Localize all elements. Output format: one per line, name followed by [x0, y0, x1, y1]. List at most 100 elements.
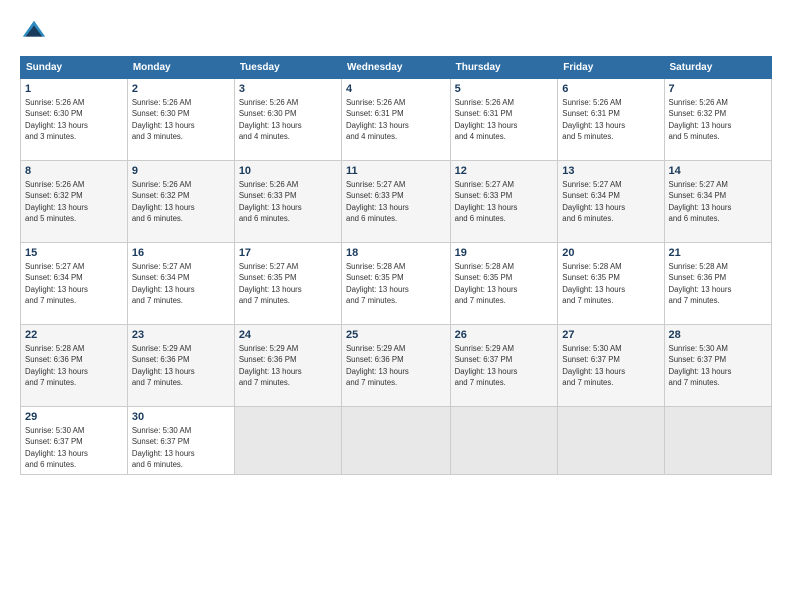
- calendar-week-row: 22 Sunrise: 5:28 AMSunset: 6:36 PMDaylig…: [21, 325, 772, 407]
- day-info: Sunrise: 5:26 AMSunset: 6:32 PMDaylight:…: [132, 179, 230, 224]
- day-number: 19: [455, 247, 554, 259]
- calendar-day-cell: 4 Sunrise: 5:26 AMSunset: 6:31 PMDayligh…: [341, 79, 450, 161]
- day-info: Sunrise: 5:30 AMSunset: 6:37 PMDaylight:…: [25, 425, 123, 470]
- calendar-day-cell: [341, 407, 450, 475]
- calendar-day-cell: 17 Sunrise: 5:27 AMSunset: 6:35 PMDaylig…: [234, 243, 341, 325]
- calendar-day-cell: 18 Sunrise: 5:28 AMSunset: 6:35 PMDaylig…: [341, 243, 450, 325]
- calendar-day-cell: 8 Sunrise: 5:26 AMSunset: 6:32 PMDayligh…: [21, 161, 128, 243]
- day-number: 9: [132, 165, 230, 177]
- day-info: Sunrise: 5:29 AMSunset: 6:36 PMDaylight:…: [132, 343, 230, 388]
- day-number: 4: [346, 83, 446, 95]
- day-number: 13: [562, 165, 659, 177]
- day-info: Sunrise: 5:27 AMSunset: 6:34 PMDaylight:…: [132, 261, 230, 306]
- calendar-header-row: SundayMondayTuesdayWednesdayThursdayFrid…: [21, 57, 772, 79]
- day-number: 1: [25, 83, 123, 95]
- day-number: 26: [455, 329, 554, 341]
- day-number: 14: [669, 165, 767, 177]
- day-number: 22: [25, 329, 123, 341]
- calendar-day-cell: 27 Sunrise: 5:30 AMSunset: 6:37 PMDaylig…: [558, 325, 664, 407]
- weekday-header: Wednesday: [341, 57, 450, 79]
- day-number: 20: [562, 247, 659, 259]
- day-info: Sunrise: 5:29 AMSunset: 6:37 PMDaylight:…: [455, 343, 554, 388]
- day-info: Sunrise: 5:26 AMSunset: 6:32 PMDaylight:…: [25, 179, 123, 224]
- calendar-week-row: 1 Sunrise: 5:26 AMSunset: 6:30 PMDayligh…: [21, 79, 772, 161]
- calendar-day-cell: 7 Sunrise: 5:26 AMSunset: 6:32 PMDayligh…: [664, 79, 771, 161]
- day-number: 30: [132, 411, 230, 423]
- calendar-day-cell: 11 Sunrise: 5:27 AMSunset: 6:33 PMDaylig…: [341, 161, 450, 243]
- weekday-header: Sunday: [21, 57, 128, 79]
- calendar-week-row: 29 Sunrise: 5:30 AMSunset: 6:37 PMDaylig…: [21, 407, 772, 475]
- calendar-day-cell: 22 Sunrise: 5:28 AMSunset: 6:36 PMDaylig…: [21, 325, 128, 407]
- header: [20, 18, 772, 46]
- day-number: 29: [25, 411, 123, 423]
- day-number: 3: [239, 83, 337, 95]
- calendar-week-row: 15 Sunrise: 5:27 AMSunset: 6:34 PMDaylig…: [21, 243, 772, 325]
- calendar-day-cell: 9 Sunrise: 5:26 AMSunset: 6:32 PMDayligh…: [127, 161, 234, 243]
- logo: [20, 18, 52, 46]
- day-info: Sunrise: 5:26 AMSunset: 6:33 PMDaylight:…: [239, 179, 337, 224]
- calendar-day-cell: 30 Sunrise: 5:30 AMSunset: 6:37 PMDaylig…: [127, 407, 234, 475]
- day-info: Sunrise: 5:27 AMSunset: 6:33 PMDaylight:…: [455, 179, 554, 224]
- day-number: 10: [239, 165, 337, 177]
- calendar-day-cell: 14 Sunrise: 5:27 AMSunset: 6:34 PMDaylig…: [664, 161, 771, 243]
- day-info: Sunrise: 5:26 AMSunset: 6:31 PMDaylight:…: [346, 97, 446, 142]
- day-info: Sunrise: 5:28 AMSunset: 6:35 PMDaylight:…: [562, 261, 659, 306]
- calendar-day-cell: 24 Sunrise: 5:29 AMSunset: 6:36 PMDaylig…: [234, 325, 341, 407]
- calendar-day-cell: 29 Sunrise: 5:30 AMSunset: 6:37 PMDaylig…: [21, 407, 128, 475]
- day-info: Sunrise: 5:26 AMSunset: 6:31 PMDaylight:…: [455, 97, 554, 142]
- calendar-day-cell: [234, 407, 341, 475]
- calendar-day-cell: 19 Sunrise: 5:28 AMSunset: 6:35 PMDaylig…: [450, 243, 558, 325]
- calendar-day-cell: 10 Sunrise: 5:26 AMSunset: 6:33 PMDaylig…: [234, 161, 341, 243]
- calendar-week-row: 8 Sunrise: 5:26 AMSunset: 6:32 PMDayligh…: [21, 161, 772, 243]
- calendar-day-cell: 12 Sunrise: 5:27 AMSunset: 6:33 PMDaylig…: [450, 161, 558, 243]
- day-info: Sunrise: 5:26 AMSunset: 6:31 PMDaylight:…: [562, 97, 659, 142]
- day-info: Sunrise: 5:29 AMSunset: 6:36 PMDaylight:…: [239, 343, 337, 388]
- calendar-day-cell: 13 Sunrise: 5:27 AMSunset: 6:34 PMDaylig…: [558, 161, 664, 243]
- day-info: Sunrise: 5:29 AMSunset: 6:36 PMDaylight:…: [346, 343, 446, 388]
- weekday-header: Tuesday: [234, 57, 341, 79]
- calendar: SundayMondayTuesdayWednesdayThursdayFrid…: [20, 56, 772, 475]
- calendar-day-cell: [664, 407, 771, 475]
- calendar-day-cell: 2 Sunrise: 5:26 AMSunset: 6:30 PMDayligh…: [127, 79, 234, 161]
- day-number: 12: [455, 165, 554, 177]
- day-info: Sunrise: 5:27 AMSunset: 6:35 PMDaylight:…: [239, 261, 337, 306]
- day-number: 24: [239, 329, 337, 341]
- calendar-day-cell: 26 Sunrise: 5:29 AMSunset: 6:37 PMDaylig…: [450, 325, 558, 407]
- calendar-day-cell: 3 Sunrise: 5:26 AMSunset: 6:30 PMDayligh…: [234, 79, 341, 161]
- day-info: Sunrise: 5:26 AMSunset: 6:30 PMDaylight:…: [239, 97, 337, 142]
- day-number: 17: [239, 247, 337, 259]
- day-info: Sunrise: 5:30 AMSunset: 6:37 PMDaylight:…: [669, 343, 767, 388]
- calendar-day-cell: 23 Sunrise: 5:29 AMSunset: 6:36 PMDaylig…: [127, 325, 234, 407]
- day-number: 2: [132, 83, 230, 95]
- day-info: Sunrise: 5:26 AMSunset: 6:30 PMDaylight:…: [132, 97, 230, 142]
- calendar-day-cell: [558, 407, 664, 475]
- calendar-day-cell: 25 Sunrise: 5:29 AMSunset: 6:36 PMDaylig…: [341, 325, 450, 407]
- day-info: Sunrise: 5:27 AMSunset: 6:34 PMDaylight:…: [669, 179, 767, 224]
- day-info: Sunrise: 5:27 AMSunset: 6:34 PMDaylight:…: [25, 261, 123, 306]
- day-number: 6: [562, 83, 659, 95]
- day-info: Sunrise: 5:28 AMSunset: 6:36 PMDaylight:…: [669, 261, 767, 306]
- day-number: 27: [562, 329, 659, 341]
- day-number: 18: [346, 247, 446, 259]
- weekday-header: Thursday: [450, 57, 558, 79]
- day-info: Sunrise: 5:30 AMSunset: 6:37 PMDaylight:…: [132, 425, 230, 470]
- weekday-header: Friday: [558, 57, 664, 79]
- day-info: Sunrise: 5:26 AMSunset: 6:32 PMDaylight:…: [669, 97, 767, 142]
- day-number: 8: [25, 165, 123, 177]
- calendar-day-cell: 21 Sunrise: 5:28 AMSunset: 6:36 PMDaylig…: [664, 243, 771, 325]
- day-number: 11: [346, 165, 446, 177]
- calendar-day-cell: 1 Sunrise: 5:26 AMSunset: 6:30 PMDayligh…: [21, 79, 128, 161]
- day-info: Sunrise: 5:26 AMSunset: 6:30 PMDaylight:…: [25, 97, 123, 142]
- day-number: 25: [346, 329, 446, 341]
- day-info: Sunrise: 5:28 AMSunset: 6:35 PMDaylight:…: [346, 261, 446, 306]
- calendar-day-cell: [450, 407, 558, 475]
- weekday-header: Monday: [127, 57, 234, 79]
- day-number: 5: [455, 83, 554, 95]
- weekday-header: Saturday: [664, 57, 771, 79]
- page: SundayMondayTuesdayWednesdayThursdayFrid…: [0, 0, 792, 612]
- day-info: Sunrise: 5:27 AMSunset: 6:34 PMDaylight:…: [562, 179, 659, 224]
- day-number: 21: [669, 247, 767, 259]
- day-number: 16: [132, 247, 230, 259]
- day-info: Sunrise: 5:28 AMSunset: 6:36 PMDaylight:…: [25, 343, 123, 388]
- day-number: 15: [25, 247, 123, 259]
